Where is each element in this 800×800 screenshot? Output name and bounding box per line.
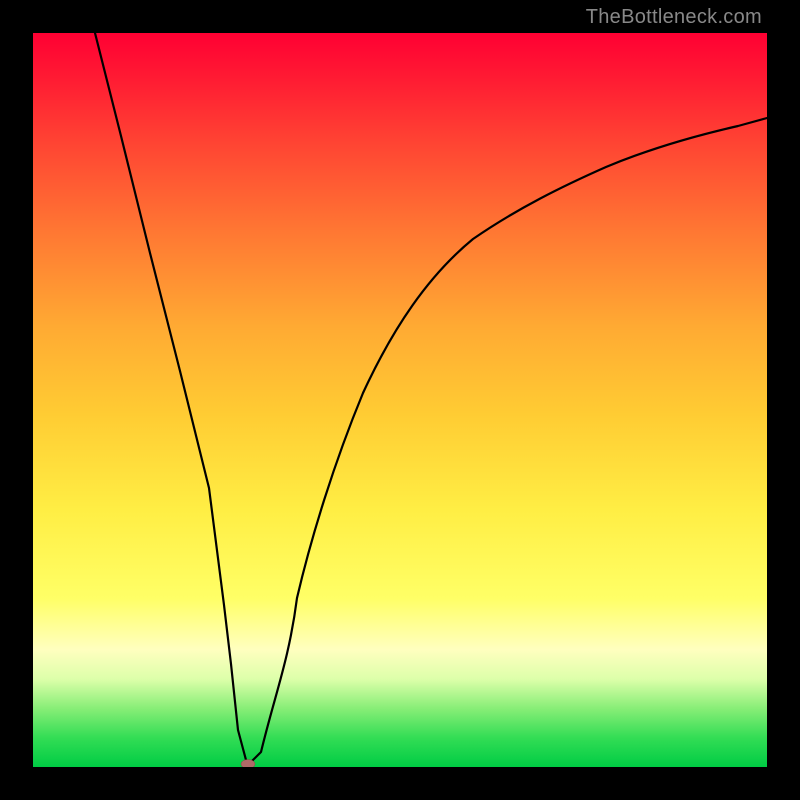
chart-frame: TheBottleneck.com (0, 0, 800, 800)
gradient-plot-area (33, 33, 767, 767)
watermark-text: TheBottleneck.com (586, 6, 762, 29)
